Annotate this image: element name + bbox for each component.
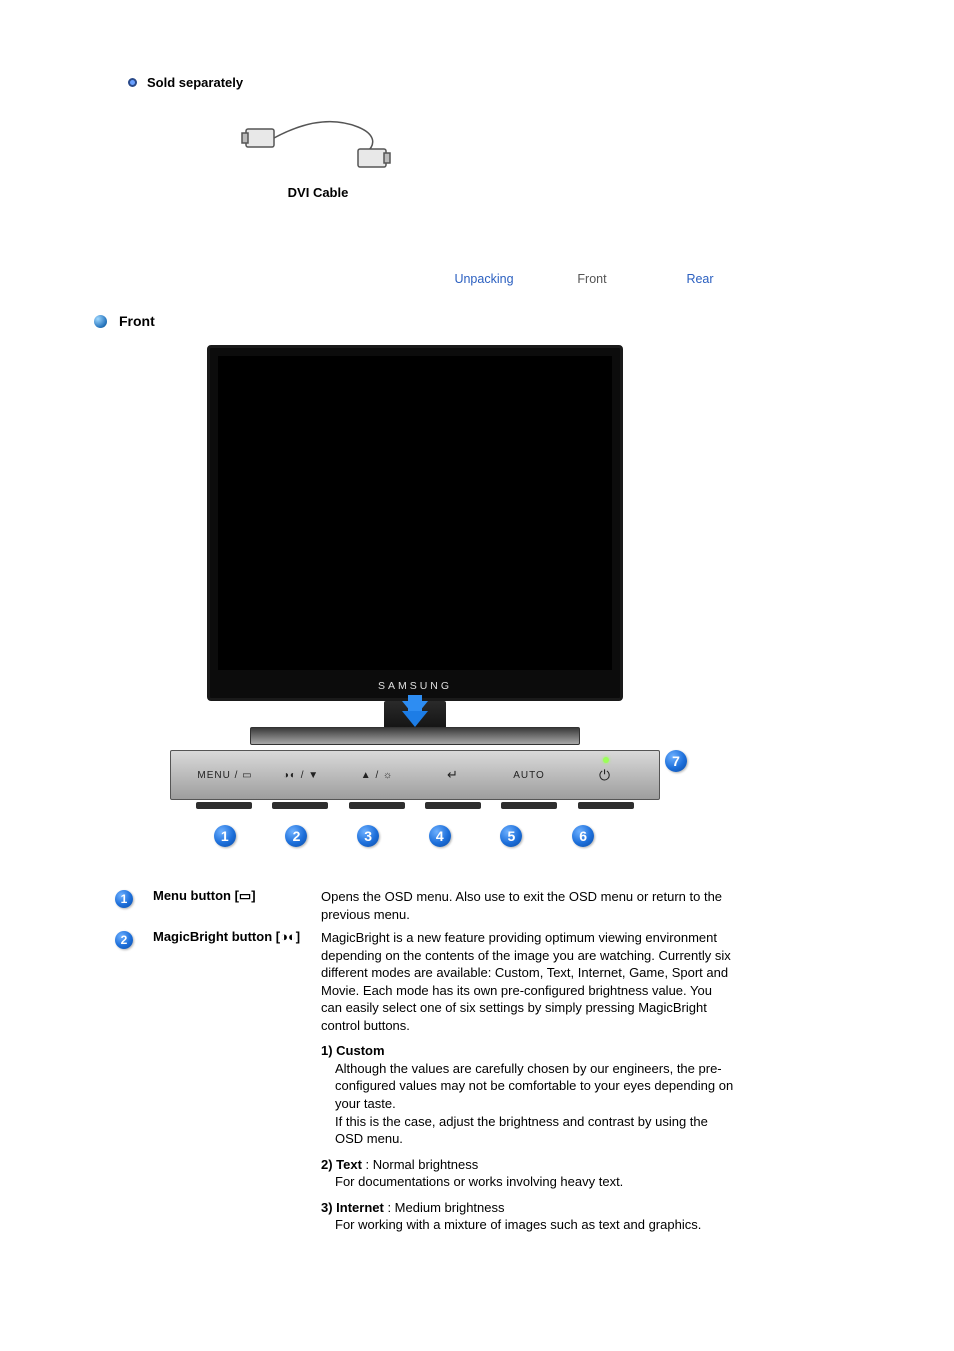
desc-2-sub-3-body: For working with a mixture of images suc… <box>335 1216 735 1234</box>
panel-btn-enter: ↵ <box>418 767 488 783</box>
brand-logo: SAMSUNG <box>210 680 620 692</box>
nav-tab-unpacking[interactable]: Unpacking <box>430 268 538 290</box>
desc-2-sub-1: 1) Custom Although the values are carefu… <box>321 1042 735 1147</box>
desc-2-sub-3-head: 3) Internet <box>321 1200 384 1215</box>
desc-name-1: Menu button [▭] <box>153 888 321 923</box>
monitor-front-figure: SAMSUNG <box>155 345 675 739</box>
panel-btn-brightness: ▲ / ☼ <box>342 770 412 781</box>
bullet-icon <box>94 315 107 328</box>
desc-2-sub-3: 3) Internet : Medium brightness For work… <box>321 1199 735 1234</box>
desc-text-2: MagicBright is a new feature providing o… <box>321 929 735 1234</box>
desc-2-sub-2: 2) Text : Normal brightness For document… <box>321 1156 735 1191</box>
desc-text-2-intro: MagicBright is a new feature providing o… <box>321 930 731 1033</box>
nav-tab-rear[interactable]: Rear <box>646 268 754 290</box>
desc-name-2: MagicBright button [◑◐] <box>153 929 321 1234</box>
callout-1: 1 <box>214 825 236 847</box>
front-heading: Front <box>119 313 155 329</box>
panel-btn-power: ⏻ <box>570 767 640 784</box>
callout-7: 7 <box>665 750 687 772</box>
monitor-button-panel: MENU / ▭ ◑◐ / ▼ ▲ / ☼ ↵ AUTO ⏻ 7 1 2 3 4… <box>155 750 675 847</box>
desc-2-sub-1-head: 1) Custom <box>321 1043 385 1058</box>
desc-row-2: 2 MagicBright button [◑◐] MagicBright is… <box>115 929 735 1234</box>
desc-num-1: 1 <box>115 890 133 908</box>
desc-row-1: 1 Menu button [▭] Opens the OSD menu. Al… <box>115 888 735 923</box>
desc-2-sub-3-tail: : Medium brightness <box>384 1200 505 1215</box>
desc-num-2: 2 <box>115 931 133 949</box>
desc-2-sub-2-tail: : Normal brightness <box>362 1157 478 1172</box>
callout-3: 3 <box>357 825 379 847</box>
bullet-icon <box>128 78 137 87</box>
nav-tab-front[interactable]: Front <box>538 268 646 290</box>
panel-btn-auto: AUTO <box>494 770 564 781</box>
power-led-icon <box>603 757 609 763</box>
section-nav: Unpacking Front Rear <box>430 268 754 290</box>
callout-2: 2 <box>285 825 307 847</box>
desc-2-sub-2-head: 2) Text <box>321 1157 362 1172</box>
callout-numbers-row: 7 1 2 3 4 5 6 <box>155 825 675 847</box>
panel-btn-menu: MENU / ▭ <box>190 770 260 781</box>
callout-6: 6 <box>572 825 594 847</box>
callout-4: 4 <box>429 825 451 847</box>
desc-text-1: Opens the OSD menu. Also use to exit the… <box>321 888 735 923</box>
dvi-cable-figure <box>238 105 398 175</box>
desc-2-sub-2-body: For documentations or works involving he… <box>335 1173 735 1191</box>
sold-separately-heading: Sold separately <box>147 75 243 90</box>
desc-2-sub-1-body: Although the values are carefully chosen… <box>335 1060 735 1148</box>
panel-btn-magicbright: ◑◐ / ▼ <box>266 770 336 781</box>
dvi-cable-label: DVI Cable <box>188 185 448 200</box>
callout-5: 5 <box>500 825 522 847</box>
